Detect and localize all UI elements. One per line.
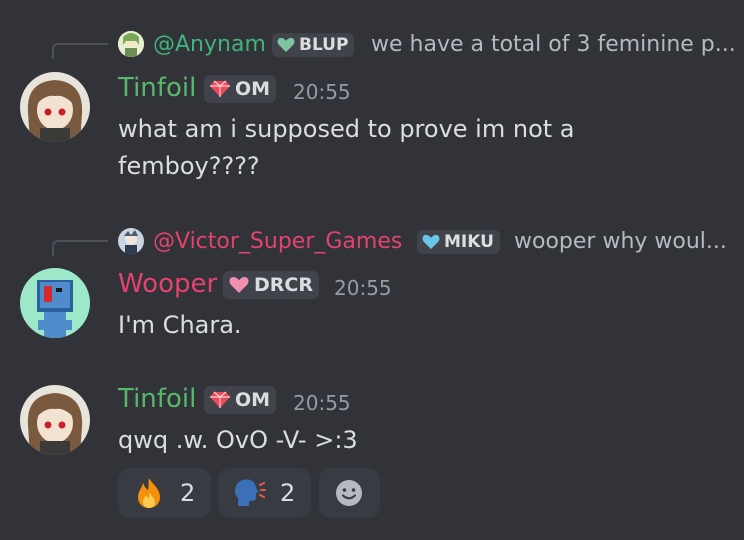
- role-tag-label: DRCR: [254, 274, 313, 296]
- message-line: what am i supposed to prove im not a: [118, 115, 575, 143]
- reply-preview-text[interactable]: wooper why woul...: [514, 229, 727, 254]
- timestamp[interactable]: 20:55: [293, 391, 351, 415]
- reaction-count: 2: [180, 479, 196, 507]
- avatar-tinfoil[interactable]: [20, 385, 90, 455]
- reply-role-tag: BLUP: [272, 33, 355, 57]
- message-line: qwq .w. OvO -V- >:3: [118, 426, 358, 454]
- add-reaction-icon: [336, 480, 362, 506]
- role-tag-label: OM: [235, 389, 271, 411]
- reply-avatar-victor[interactable]: [118, 228, 144, 254]
- reaction-fire[interactable]: 2: [118, 468, 211, 518]
- timestamp[interactable]: 20:55: [334, 276, 392, 300]
- avatar-wooper[interactable]: [20, 268, 90, 338]
- reply-tag-label: MIKU: [444, 232, 494, 252]
- reply-author-name[interactable]: @Victor_Super_Games: [153, 229, 402, 254]
- author-name[interactable]: Wooper: [118, 269, 217, 299]
- reply-avatar-anynam[interactable]: [118, 31, 144, 57]
- author-name[interactable]: Tinfoil: [118, 73, 196, 103]
- reply-tag-label: BLUP: [299, 35, 349, 55]
- reply-connector: [52, 43, 108, 59]
- role-tag: DRCR: [223, 271, 319, 299]
- author-name[interactable]: Tinfoil: [118, 384, 196, 414]
- timestamp[interactable]: 20:55: [293, 80, 351, 104]
- add-reaction-button[interactable]: [319, 468, 380, 518]
- reaction-count: 2: [280, 479, 296, 507]
- gem-icon: [210, 80, 230, 97]
- avatar-tinfoil[interactable]: [20, 72, 90, 142]
- reply-preview-text[interactable]: we have a total of 3 feminine p...: [371, 32, 736, 57]
- reply-author-name[interactable]: @Anynam: [153, 32, 266, 57]
- role-tag: OM: [204, 386, 277, 414]
- reply-role-tag: MIKU: [417, 230, 500, 254]
- heart-icon: [422, 234, 440, 249]
- reaction-speaking-head[interactable]: 2: [218, 468, 311, 518]
- heart-icon: [229, 276, 249, 293]
- role-tag-label: OM: [235, 78, 271, 100]
- reply-connector: [52, 240, 108, 256]
- heart-icon: [277, 37, 295, 52]
- fire-emoji-icon: [138, 478, 160, 508]
- gem-icon: [210, 391, 230, 408]
- role-tag: OM: [204, 75, 277, 103]
- message-line: I'm Chara.: [118, 311, 242, 339]
- message-line: femboy????: [118, 152, 260, 180]
- speaking-head-emoji-icon: [235, 479, 266, 506]
